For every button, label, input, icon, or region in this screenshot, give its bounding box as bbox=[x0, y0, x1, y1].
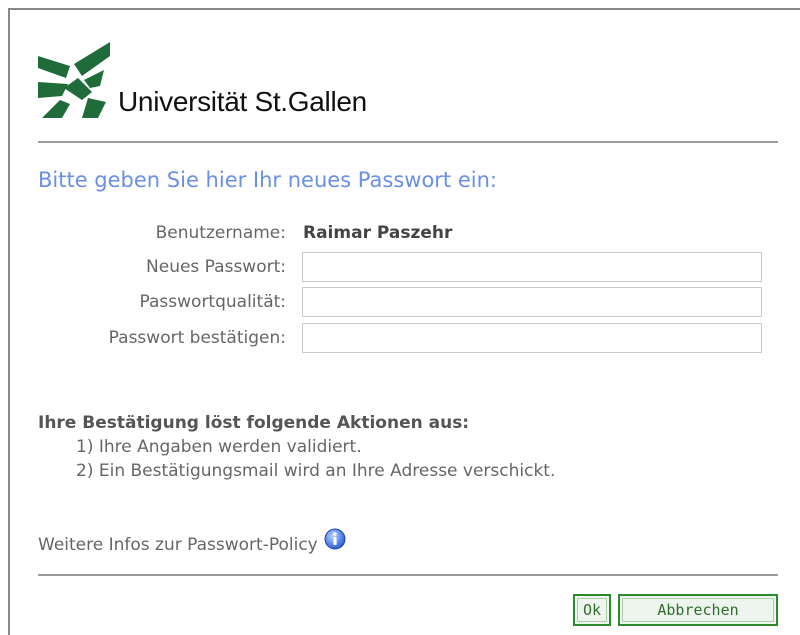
header-divider bbox=[38, 141, 778, 143]
ok-button[interactable]: Ok bbox=[573, 594, 611, 626]
policy-link-row: Weitere Infos zur Passwort-Policy bbox=[38, 528, 346, 556]
new-password-input[interactable] bbox=[302, 252, 762, 282]
action-item: 2) Ein Bestätigungsmail wird an Ihre Adr… bbox=[76, 461, 556, 481]
cancel-button[interactable]: Abbrechen bbox=[618, 594, 778, 626]
new-password-label: Neues Passwort: bbox=[146, 257, 286, 277]
password-quality-label: Passwortqualität: bbox=[139, 292, 286, 312]
password-quality-meter bbox=[302, 287, 762, 317]
hsg-logo-icon bbox=[38, 42, 110, 118]
username-label: Benutzername: bbox=[155, 223, 286, 243]
policy-link[interactable]: Weitere Infos zur Passwort-Policy bbox=[38, 535, 318, 555]
page-heading: Bitte geben Sie hier Ihr neues Passwort … bbox=[38, 168, 497, 192]
university-logo: Universität St.Gallen bbox=[38, 42, 438, 122]
cancel-button-label: Abbrechen bbox=[657, 601, 739, 619]
confirm-password-label: Passwort bestätigen: bbox=[108, 328, 286, 348]
confirm-password-input[interactable] bbox=[302, 323, 762, 353]
actions-title: Ihre Bestätigung löst folgende Aktionen … bbox=[38, 413, 470, 433]
info-icon[interactable] bbox=[324, 528, 346, 550]
footer-divider bbox=[38, 574, 778, 576]
action-item: 1) Ihre Angaben werden validiert. bbox=[76, 437, 362, 457]
university-name: Universität St.Gallen bbox=[118, 86, 367, 117]
username-value: Raimar Paszehr bbox=[303, 223, 453, 243]
ok-button-label: Ok bbox=[582, 601, 602, 619]
